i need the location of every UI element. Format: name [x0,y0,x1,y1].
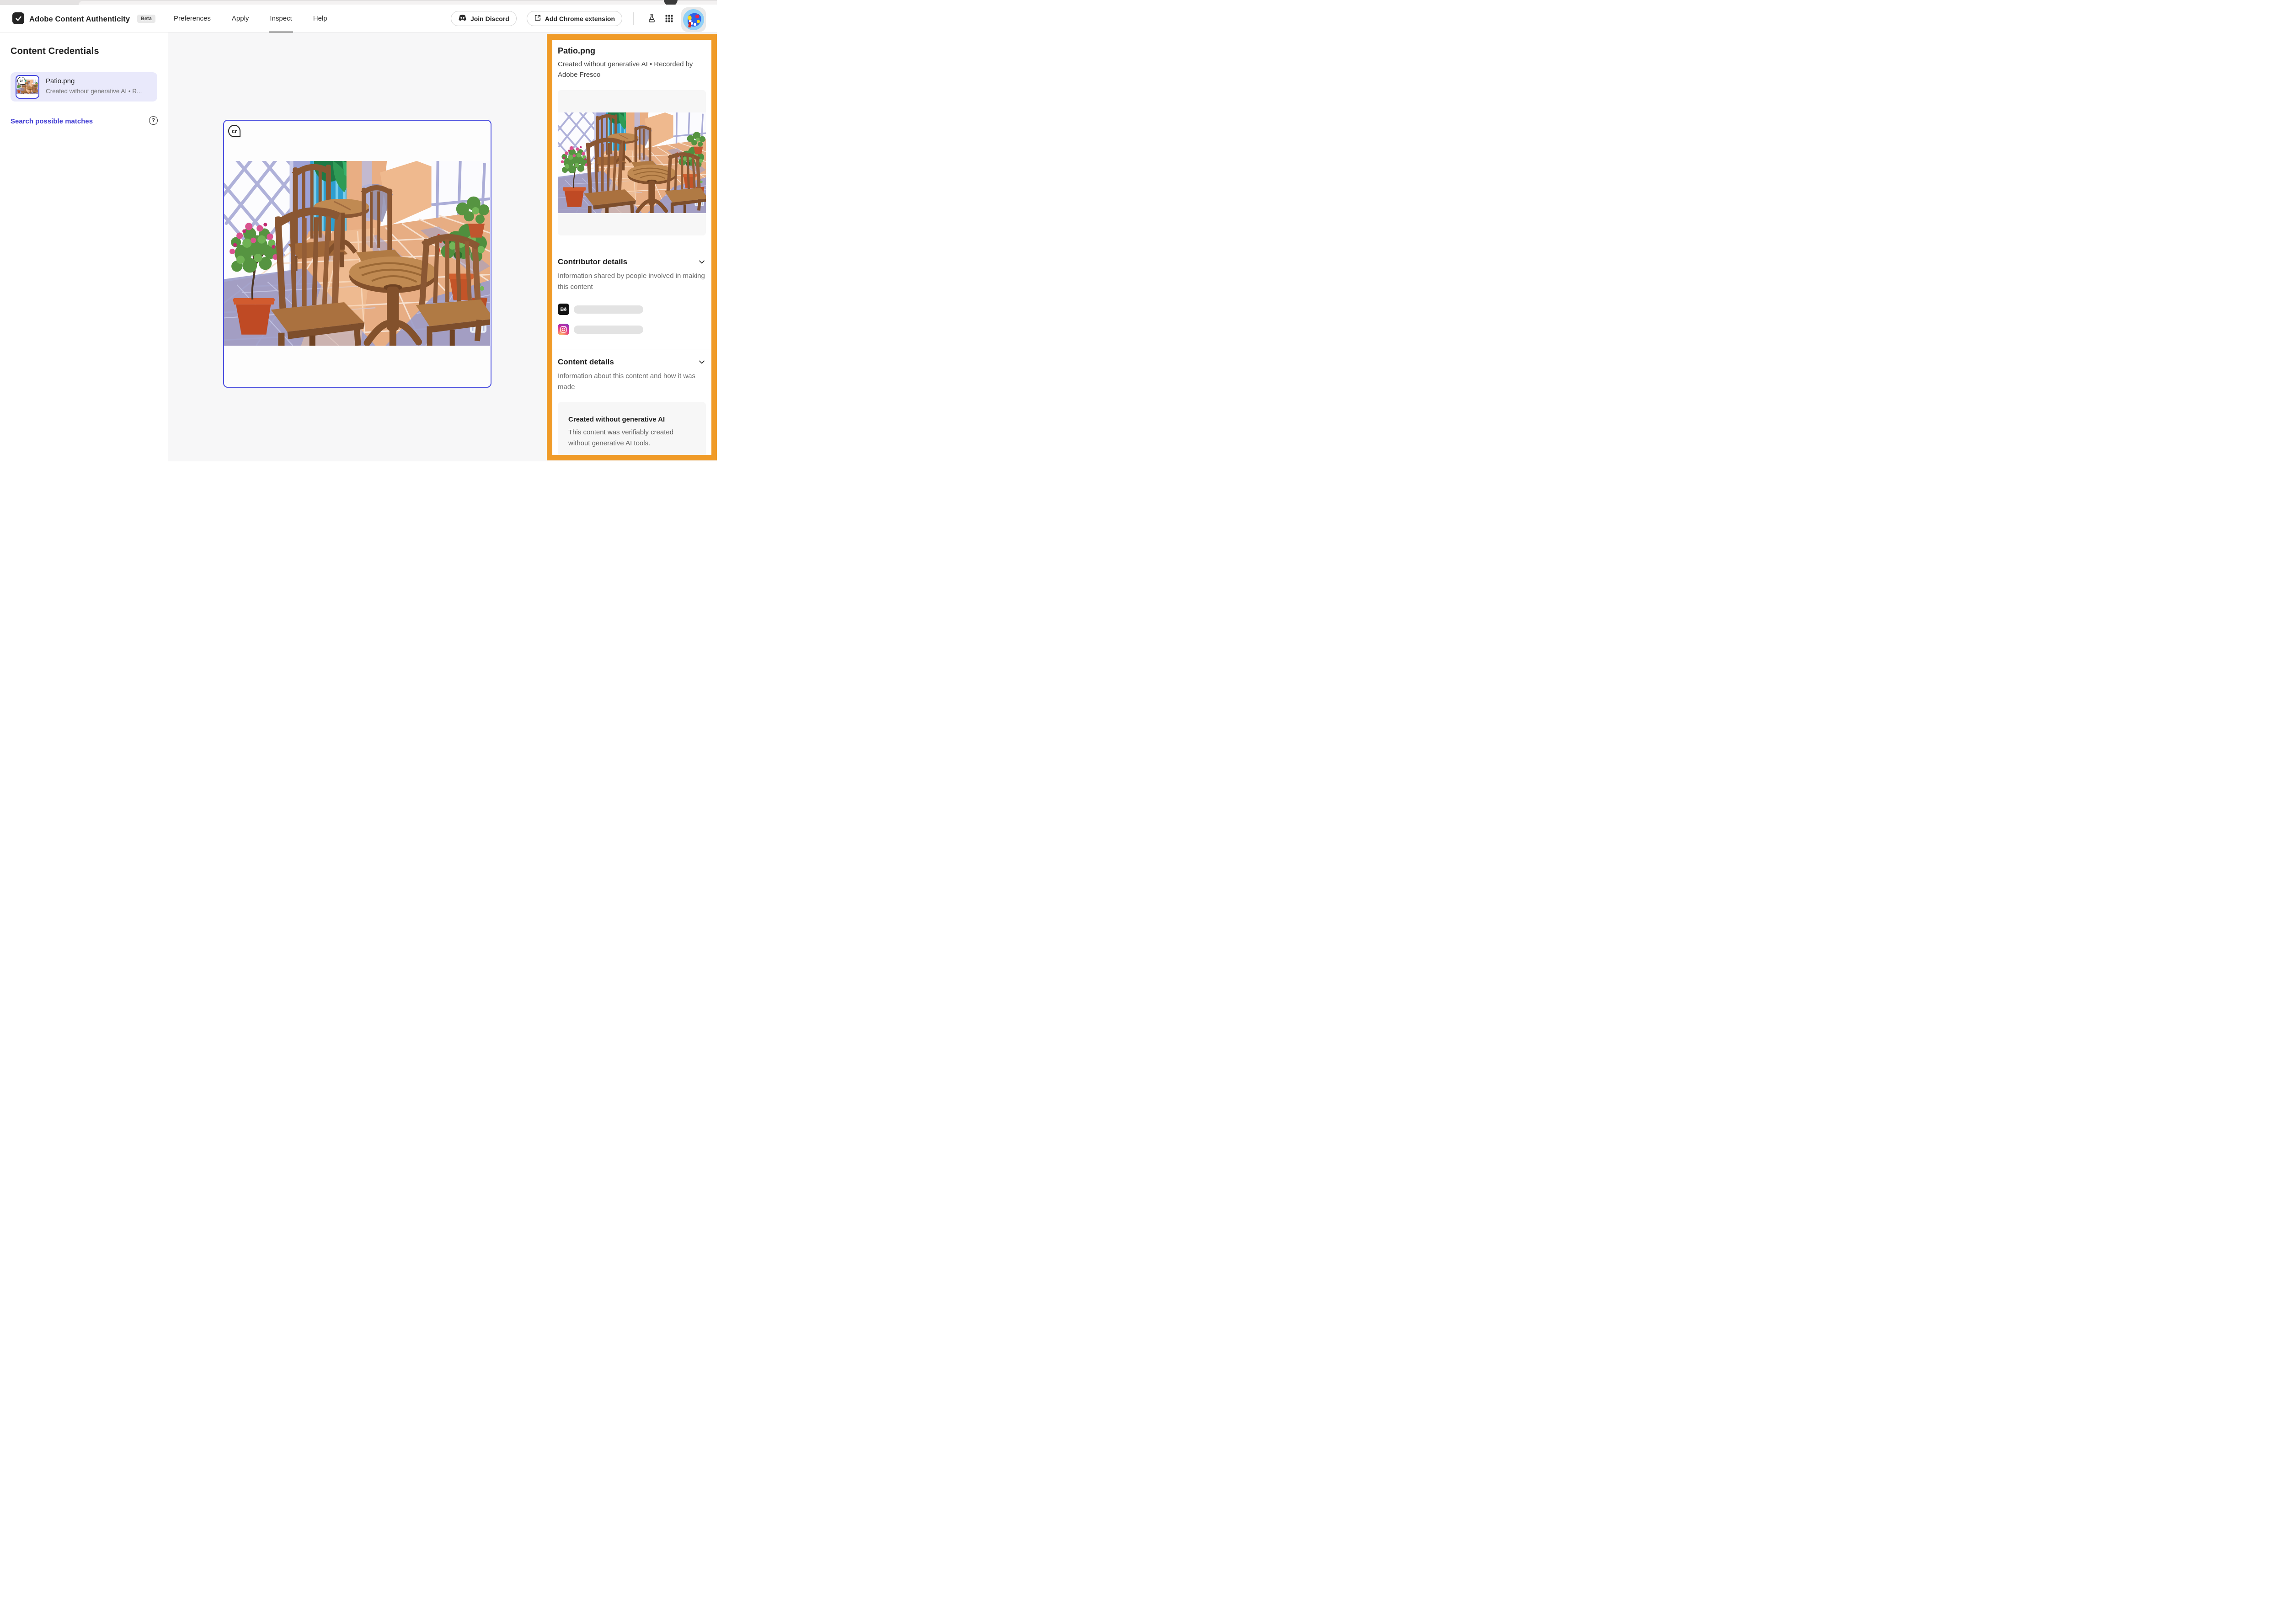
browser-tab-strip [0,0,717,5]
card-body: This content was verifiably created with… [568,427,683,449]
add-chrome-extension-button[interactable]: Add Chrome extension [527,11,622,26]
content-details-title: Content details [558,358,614,367]
nav-preferences[interactable]: Preferences [174,5,211,32]
cr-badge-icon[interactable]: cr [228,125,240,137]
file-thumbnail: cr [16,75,39,99]
image-preview-card [558,90,706,235]
nav-inspect[interactable]: Inspect [270,5,292,32]
header-divider [633,12,634,25]
palette-avatar-icon [683,9,704,30]
inspect-details-panel: Patio.png Created without generative AI … [547,34,717,460]
user-avatar[interactable] [681,7,706,32]
content-details-header[interactable]: Content details [558,358,706,367]
instagram-icon [558,324,569,335]
file-name: Patio.png [46,77,75,85]
adobe-content-authenticity-logo-icon[interactable] [12,12,24,24]
discord-icon [458,15,467,23]
nav-apply[interactable]: Apply [232,5,249,32]
beta-badge: Beta [137,15,155,23]
file-summary: Created without generative AI • R... [46,88,142,95]
app-window: Adobe Content Authenticity Beta Preferen… [0,0,717,461]
add-chrome-extension-label: Add Chrome extension [545,15,615,22]
header-actions: Join Discord Add Chrome extension [451,5,717,32]
patio-artwork-image [224,161,490,346]
app-header: Adobe Content Authenticity Beta Preferen… [0,5,717,32]
content-credentials-sidebar: Content Credentials cr Patio.png Created… [0,32,168,461]
nav-help[interactable]: Help [313,5,327,32]
cr-badge-icon: cr [17,77,25,85]
no-generative-ai-card: Created without generative AI This conte… [558,402,706,455]
contributor-details-description: Information shared by people involved in… [558,271,706,293]
behance-icon: Bē [558,304,569,315]
app-title: Adobe Content Authenticity [29,15,130,24]
contributor-details-title: Contributor details [558,257,627,267]
primary-nav: Preferences Apply Inspect Help [174,5,327,32]
external-link-icon [534,14,541,23]
chevron-down-icon[interactable] [698,358,706,366]
join-discord-button[interactable]: Join Discord [451,11,517,26]
chevron-down-icon[interactable] [698,258,706,266]
file-list-item-patio[interactable]: cr Patio.png Created without generative … [11,72,157,102]
redacted-handle [574,326,643,334]
experiments-flask-icon[interactable] [646,14,657,24]
join-discord-label: Join Discord [470,15,509,22]
inspected-image-card[interactable]: cr [223,120,491,388]
card-title: Created without generative AI [568,416,706,423]
content-details-description: Information about this content and how i… [558,371,706,393]
apps-grid-icon[interactable] [664,14,674,24]
redacted-handle [574,305,643,314]
search-possible-matches-link[interactable]: Search possible matches [11,118,93,125]
panel-file-name: Patio.png [558,46,706,56]
patio-artwork-preview [558,112,706,213]
behance-link-row[interactable]: Bē [558,304,706,315]
instagram-link-row[interactable] [558,324,706,335]
panel-file-summary: Created without generative AI • Recorded… [558,59,706,80]
contributor-details-header[interactable]: Contributor details [558,257,706,267]
sidebar-title: Content Credentials [11,46,99,57]
help-question-icon[interactable]: ? [149,116,158,125]
